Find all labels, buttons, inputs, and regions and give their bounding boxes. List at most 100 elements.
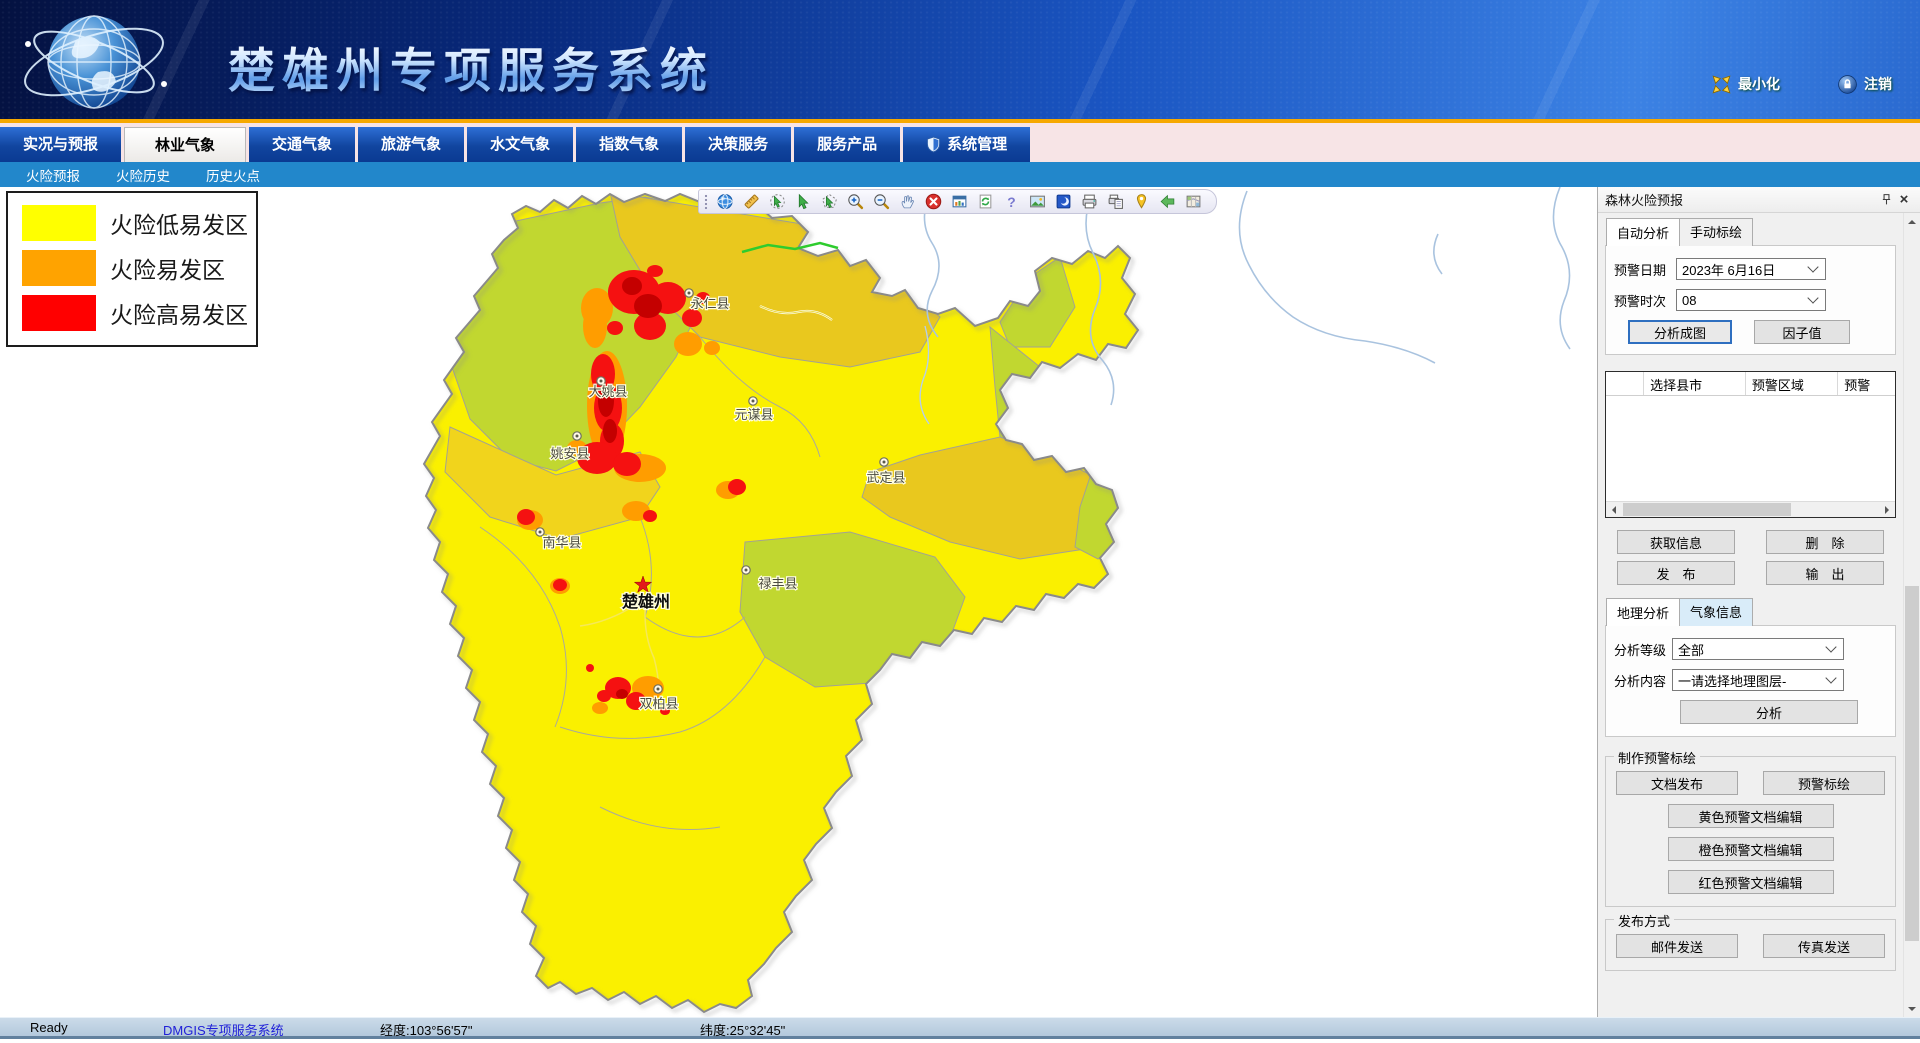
tab-live-forecast[interactable]: 实况与预报 [0,127,121,162]
tab-system-management[interactable]: 系统管理 [903,127,1030,162]
minimize-button[interactable]: 最小化 [1712,74,1780,94]
submenu-item-fire-risk-history[interactable]: 火险历史 [116,165,170,185]
scroll-right-button[interactable] [1879,502,1895,517]
get-info-button[interactable]: 获取信息 [1617,530,1735,554]
image-export-icon[interactable] [1029,193,1046,210]
refresh-page-icon[interactable] [977,193,994,210]
panel-title: 森林火险预报 [1605,190,1877,209]
pin-icon[interactable] [1877,191,1895,209]
analyze-map-button[interactable]: 分析成图 [1628,320,1732,344]
tab-hydro-weather[interactable]: 水文气象 [467,127,573,162]
map-label-nanhua: 南华县 [542,535,581,550]
fax-send-button[interactable]: 传真发送 [1763,934,1885,958]
analysis-content-label: 分析内容 [1614,671,1672,690]
zoom-in-icon[interactable] [847,193,864,210]
tab-tourism-weather[interactable]: 旅游气象 [358,127,464,162]
place-marker-icon[interactable] [1133,193,1150,210]
submenu-bar: 火险预报 火险历史 历史火点 [0,162,1920,187]
globe-logo-icon [6,2,186,120]
tab-geo-analysis[interactable]: 地理分析 [1606,598,1680,626]
tab-auto-analysis[interactable]: 自动分析 [1606,218,1680,246]
status-longitude: 经度:103°56'57" [380,1020,473,1039]
warn-date-label: 预警日期 [1614,260,1676,279]
publish-method-group: 发布方式 邮件发送 传真发送 [1605,919,1896,971]
tab-service-products[interactable]: 服务产品 [794,127,900,162]
panel-body: 自动分析 手动标绘 预警日期 2023年 6月16日 预警时次 08 [1598,213,1903,1017]
analysis-level-label: 分析等级 [1614,640,1672,659]
pan-hand-icon[interactable] [899,193,916,210]
analysis-level-select[interactable]: 全部 [1672,638,1844,660]
tab-manual-plot[interactable]: 手动标绘 [1679,218,1753,246]
red-doc-edit-button[interactable]: 红色预警文档编辑 [1668,870,1834,894]
shield-icon [926,136,941,153]
factor-value-button[interactable]: 因子值 [1754,320,1850,344]
yellow-doc-edit-button[interactable]: 黄色预警文档编辑 [1668,804,1834,828]
orange-doc-edit-button[interactable]: 橙色预警文档编辑 [1668,837,1834,861]
analysis-level-value: 全部 [1678,640,1823,659]
select-arrow-icon[interactable] [795,193,812,210]
submenu-item-fire-risk-forecast[interactable]: 火险预报 [26,165,80,185]
legend-label: 火险高易发区 [110,296,248,330]
zoom-out-icon[interactable] [873,193,890,210]
tab-weather-info[interactable]: 气象信息 [1679,598,1753,626]
publish-button[interactable]: 发 布 [1617,561,1735,585]
save-scene-icon[interactable] [1055,193,1072,210]
scroll-thumb[interactable] [1905,586,1919,941]
full-extent-globe-icon[interactable] [717,193,734,210]
tab-forestry-weather[interactable]: 林业气象 [124,127,246,162]
logout-button[interactable]: 注销 [1838,74,1892,94]
print-icon[interactable] [1081,193,1098,210]
map-label-yaoan: 姚安县 [550,446,589,461]
toolbar-grip-handle[interactable] [704,194,708,210]
map-layout-icon[interactable] [1185,193,1202,210]
warn-date-select[interactable]: 2023年 6月16日 [1676,258,1826,280]
analyze-button[interactable]: 分析 [1680,700,1858,724]
close-icon[interactable]: × [1895,191,1913,209]
warning-plot-group-title: 制作预警标绘 [1614,748,1700,767]
column-header-region[interactable]: 预警区域 [1746,372,1838,395]
back-arrow-icon[interactable] [1159,193,1176,210]
column-header-warning[interactable]: 预警 [1838,372,1895,395]
warn-plot-button[interactable]: 预警标绘 [1763,771,1885,795]
help-icon[interactable]: ? [1003,193,1020,210]
map-label-yuanmou: 元谋县 [734,407,773,422]
horizontal-scrollbar[interactable] [1606,501,1895,517]
analysis-mode-tabs: 自动分析 手动标绘 [1606,218,1896,246]
table-header-row: 选择县市 预警区域 预警 [1606,372,1895,396]
map-label-yongren: 永仁县 [690,296,729,311]
panel-vertical-scrollbar[interactable] [1903,213,1920,1017]
column-header-blank[interactable] [1606,372,1644,395]
delete-button[interactable]: 删 除 [1766,530,1884,554]
warning-plot-group: 制作预警标绘 文档发布 预警标绘 黄色预警文档编辑 橙色预警文档编辑 红色预警文… [1605,756,1896,907]
map-label-shuangbai: 双柏县 [639,696,678,711]
doc-publish-button[interactable]: 文档发布 [1616,771,1738,795]
submenu-item-historical-fire-points[interactable]: 历史火点 [206,165,260,185]
warn-time-select[interactable]: 08 [1676,289,1826,311]
scroll-down-button[interactable] [1904,1000,1920,1017]
app-title: 楚雄州专项服务系统 [228,32,714,101]
warn-date-value: 2023年 6月16日 [1682,260,1805,279]
tab-index-weather[interactable]: 指数气象 [576,127,682,162]
column-header-county[interactable]: 选择县市 [1644,372,1746,395]
legend-item-mid: 火险易发区 [22,250,242,286]
scroll-left-button[interactable] [1606,502,1622,517]
window-chart-icon[interactable] [951,193,968,210]
status-ready: Ready [30,1020,68,1035]
publish-method-group-title: 发布方式 [1614,911,1674,930]
clear-stop-icon[interactable] [925,193,942,210]
scroll-thumb[interactable] [1623,503,1791,516]
export-button[interactable]: 输 出 [1766,561,1884,585]
geo-analysis-group: 分析等级 全部 分析内容 一请选择地理图层- 分析 [1605,625,1896,737]
tab-traffic-weather[interactable]: 交通气象 [249,127,355,162]
print-preview-icon[interactable] [1107,193,1124,210]
scroll-up-button[interactable] [1904,213,1920,230]
select-by-polygon-icon[interactable] [821,193,838,210]
analysis-content-select[interactable]: 一请选择地理图层- [1672,669,1844,691]
logout-label: 注销 [1864,74,1892,94]
legend-label: 火险低易发区 [110,206,248,240]
table-body-empty[interactable] [1606,396,1895,501]
tab-decision-service[interactable]: 决策服务 [685,127,791,162]
mail-send-button[interactable]: 邮件发送 [1616,934,1738,958]
measure-ruler-icon[interactable] [743,193,760,210]
select-by-circle-icon[interactable] [769,193,786,210]
